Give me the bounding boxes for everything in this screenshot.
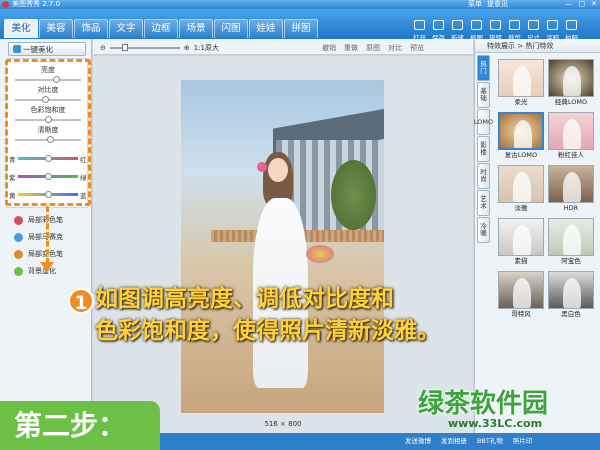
resize-icon xyxy=(528,20,539,30)
undo-button[interactable]: 撤销 xyxy=(322,43,336,53)
title-bar: 美图秀秀 2.7.0 菜单 提意见 — □ ✕ xyxy=(0,0,600,9)
effect-soft-light[interactable]: 柔光 xyxy=(497,59,545,109)
tab-doll[interactable]: 娃娃 xyxy=(249,19,283,38)
zoom-control: ⊖ ⊕ 1:1原大 xyxy=(100,43,219,53)
new-icon xyxy=(452,20,463,30)
zoom-out-icon[interactable]: ⊖ xyxy=(100,44,106,52)
effect-abao-color[interactable]: 阿宝色 xyxy=(547,218,595,268)
zoom-knob[interactable] xyxy=(121,44,128,51)
effect-thumbnail xyxy=(548,59,594,97)
step-label: 第二步： xyxy=(0,401,160,450)
close-icon[interactable]: ✕ xyxy=(591,0,597,9)
highlight-box xyxy=(5,59,91,206)
photo-face xyxy=(268,158,288,182)
local-color-brush[interactable]: 局部彩色笔 xyxy=(14,215,63,225)
feedback-button[interactable]: 提意见 xyxy=(487,0,508,9)
annotation-line-1: 如图调高亮度、调低对比度和 xyxy=(95,286,394,312)
save-icon xyxy=(433,20,444,30)
module-tabs: 美化 美容 饰品 文字 边框 场景 闪图 娃娃 拼图 xyxy=(4,19,318,38)
share-album-button[interactable]: 发到相册 xyxy=(441,433,467,450)
preview-button[interactable]: 预览 xyxy=(410,43,424,53)
mosaic-icon xyxy=(14,232,23,242)
category-art[interactable]: 艺术 xyxy=(477,190,490,216)
effect-classic-lomo[interactable]: 经典LOMO xyxy=(547,59,595,109)
tab-collage[interactable]: 拼图 xyxy=(284,19,318,38)
effect-sketch[interactable]: 素描 xyxy=(497,218,545,268)
status-bar: 发送微博 发到相册 BBT礼物 照片印 xyxy=(160,433,600,450)
color-brush-icon xyxy=(14,215,23,225)
crop-icon xyxy=(509,20,520,30)
watermark-name: 绿茶软件园 xyxy=(418,389,549,419)
cutout-icon xyxy=(471,20,482,30)
photo-hair-flower xyxy=(257,162,267,172)
tab-frame[interactable]: 边框 xyxy=(144,19,178,38)
tab-scene[interactable]: 场景 xyxy=(179,19,213,38)
watermark-url: www.33LC.com xyxy=(448,417,543,430)
compare-button[interactable]: 对比 xyxy=(388,43,402,53)
folder-icon xyxy=(414,20,425,30)
recolor-brush-icon xyxy=(14,249,23,259)
edit-actions: 撤销 重做 原图 对比 预览 xyxy=(322,43,424,53)
category-tone[interactable]: 冷暖 xyxy=(477,217,490,243)
main-toolbar: 美化 美容 饰品 文字 边框 场景 闪图 娃娃 拼图 打开 保存 新建 抠图 旋… xyxy=(0,9,600,42)
brush-icon xyxy=(547,20,558,30)
app-logo-icon xyxy=(2,1,9,8)
effect-hdr[interactable]: HDR xyxy=(547,165,595,215)
effect-thumbnail xyxy=(498,165,544,203)
effect-retro-lomo[interactable]: 复古LOMO xyxy=(497,112,545,162)
minimize-icon[interactable]: — xyxy=(566,0,573,9)
one-key-beautify-button[interactable]: 一键美化 xyxy=(8,42,86,56)
annotation-text: 如图调高亮度、调低对比度和 色彩饱和度，使得照片清新淡雅。 xyxy=(95,283,595,347)
category-fashion[interactable]: 时尚 xyxy=(477,163,490,189)
category-hot[interactable]: 热门 xyxy=(477,55,490,81)
actual-size-button[interactable]: 1:1原大 xyxy=(194,43,219,53)
annotation-arrow xyxy=(46,206,49,264)
rotate-icon xyxy=(490,20,501,30)
local-recolor-brush[interactable]: 局部变色笔 xyxy=(14,249,63,259)
effects-panel: 特效展示 > 热门特效 热门 基础 LOMO 影楼 时尚 艺术 冷暖 柔光 经典… xyxy=(474,39,600,433)
category-lomo[interactable]: LOMO xyxy=(474,109,493,135)
effect-thumbnail xyxy=(548,112,594,150)
redo-button[interactable]: 重做 xyxy=(344,43,358,53)
effect-thumbnail xyxy=(498,59,544,97)
tab-accessories[interactable]: 饰品 xyxy=(74,19,108,38)
effect-thumbnail xyxy=(498,218,544,256)
share-weibo-button[interactable]: 发送微博 xyxy=(405,433,431,450)
effect-pink-lady[interactable]: 粉红佳人 xyxy=(547,112,595,162)
photo-tree xyxy=(331,160,376,230)
maximize-icon[interactable]: □ xyxy=(579,0,586,9)
watermark: 绿茶软件园 www.33LC.com xyxy=(418,383,598,430)
print-photo-button[interactable]: 照片印 xyxy=(513,433,533,450)
tab-text[interactable]: 文字 xyxy=(109,19,143,38)
annotation-arrowhead xyxy=(40,262,54,272)
zoom-in-icon[interactable]: ⊕ xyxy=(184,44,190,52)
local-mosaic[interactable]: 局部马赛克 xyxy=(14,232,63,242)
zoom-slider[interactable] xyxy=(109,44,180,51)
blur-icon xyxy=(14,266,23,276)
camera-icon xyxy=(566,20,577,30)
app-title: 美图秀秀 2.7.0 xyxy=(12,0,61,8)
effect-thumbnail xyxy=(548,165,594,203)
tab-flash[interactable]: 闪图 xyxy=(214,19,248,38)
photo-bouquet xyxy=(306,245,334,263)
tab-beauty[interactable]: 美容 xyxy=(39,19,73,38)
effect-thumbnail xyxy=(498,112,544,150)
tab-beautify[interactable]: 美化 xyxy=(4,19,38,38)
edited-photo[interactable] xyxy=(181,80,384,413)
effects-header: 特效展示 > 热门特效 xyxy=(475,39,600,53)
menu-button[interactable]: 菜单 xyxy=(468,0,482,9)
category-studio[interactable]: 影楼 xyxy=(477,136,490,162)
step-number-badge: 1 xyxy=(68,288,94,314)
gift-button[interactable]: BBT礼物 xyxy=(477,433,503,450)
annotation-line-2: 色彩饱和度，使得照片清新淡雅。 xyxy=(95,318,440,344)
original-button[interactable]: 原图 xyxy=(366,43,380,53)
effect-elegant[interactable]: 淡雅 xyxy=(497,165,545,215)
magic-wand-icon xyxy=(13,45,21,53)
category-basic[interactable]: 基础 xyxy=(477,82,490,108)
effect-category-tabs: 热门 基础 LOMO 影楼 时尚 艺术 冷暖 xyxy=(474,55,493,244)
effect-thumbnail xyxy=(548,218,594,256)
